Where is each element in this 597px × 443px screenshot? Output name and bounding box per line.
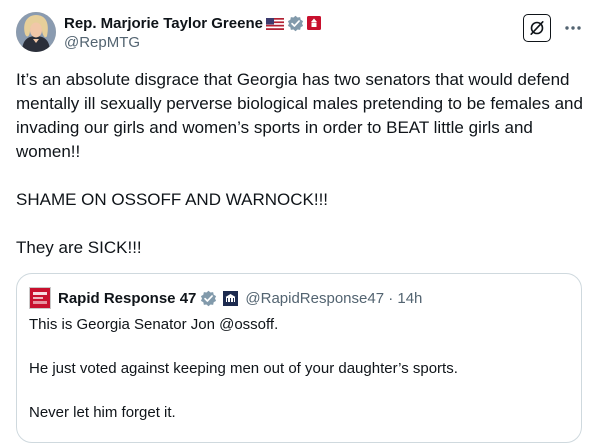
- author-name[interactable]: Rep. Marjorie Taylor Greene: [64, 15, 263, 32]
- quoted-line: He just voted against keeping men out of…: [29, 360, 458, 377]
- avatar[interactable]: [16, 12, 56, 52]
- more-options-button[interactable]: [560, 14, 586, 42]
- quoted-handle-time[interactable]: @RapidResponse47 · 14h: [245, 290, 422, 307]
- author-name-row: Rep. Marjorie Taylor Greene: [64, 13, 321, 33]
- tweet-paragraph: They are SICK!!!: [16, 238, 142, 257]
- rapid-response-47-logo-icon[interactable]: [29, 287, 51, 309]
- quoted-author-name[interactable]: Rapid Response 47: [58, 290, 196, 307]
- grok-button[interactable]: [523, 14, 551, 42]
- more-options-icon: [565, 26, 581, 30]
- us-flag-icon: [265, 17, 284, 30]
- quoted-line: Never let him forget it.: [29, 404, 176, 421]
- author-handle[interactable]: @RepMTG: [64, 34, 321, 51]
- tweet-text: It’s an absolute disgrace that Georgia h…: [16, 68, 586, 260]
- us-house-seal-icon[interactable]: [306, 16, 321, 30]
- grok-icon: [530, 20, 544, 35]
- white-house-affiliation-icon[interactable]: [223, 290, 239, 306]
- avatar-image: [16, 12, 56, 52]
- quoted-line: This is Georgia Senator Jon @ossoff.: [29, 316, 279, 333]
- verified-badge-icon[interactable]: [200, 290, 217, 307]
- quoted-text: This is Georgia Senator Jon @ossoff. He …: [29, 314, 569, 424]
- author-block: Rep. Marjorie Taylor Greene @RepMTG: [64, 13, 321, 51]
- quoted-tweet[interactable]: Rapid Response 47 @RapidResponse47 · 14h…: [16, 273, 582, 443]
- tweet-paragraph: It’s an absolute disgrace that Georgia h…: [16, 70, 588, 161]
- verified-badge-icon[interactable]: [287, 15, 304, 32]
- tweet-paragraph: SHAME ON OSSOFF AND WARNOCK!!!: [16, 190, 329, 209]
- quoted-header: Rapid Response 47 @RapidResponse47 · 14h: [29, 287, 422, 309]
